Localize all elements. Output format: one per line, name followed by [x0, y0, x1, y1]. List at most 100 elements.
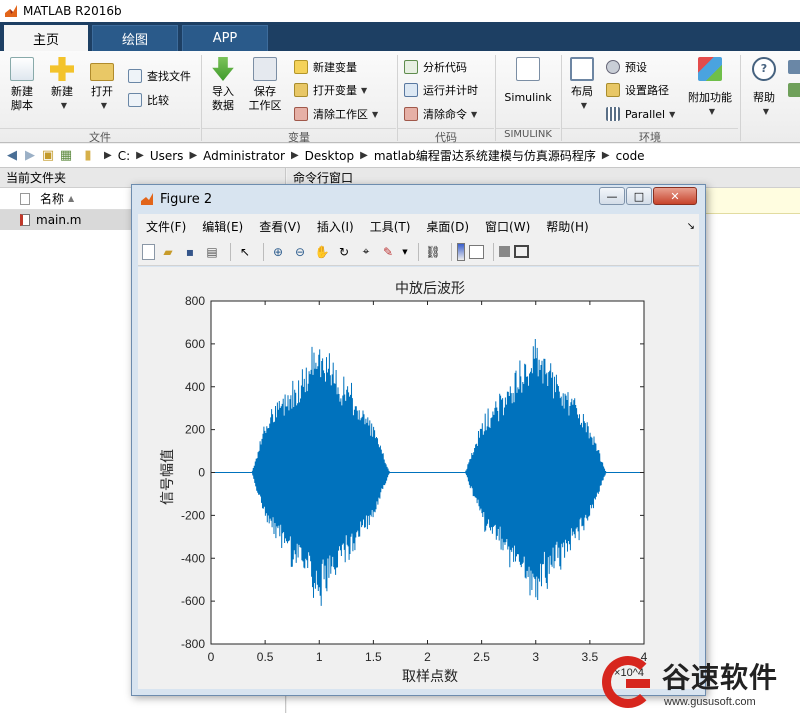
layout-button[interactable]: 布局 ▼ [566, 57, 598, 113]
menu-tools[interactable]: 工具(T) [362, 218, 419, 235]
clear-workspace-button[interactable]: 清除工作区 ▼ [294, 105, 378, 123]
y-tick-label: 600 [185, 337, 205, 351]
breadcrumb-administrator[interactable]: Administrator [203, 149, 285, 163]
zoom-in-icon[interactable]: ⊕ [269, 243, 287, 261]
toolbar-separator [493, 242, 494, 261]
print-icon[interactable]: ▤ [203, 243, 221, 261]
run-and-time-button[interactable]: 运行并计时 [404, 81, 478, 99]
addons-button[interactable]: 附加功能 ▼ [686, 57, 734, 119]
data-cursor-icon[interactable]: ⌖ [357, 243, 375, 261]
figure-title: Figure 2 [160, 191, 213, 207]
colorbar-icon[interactable] [457, 242, 465, 261]
hide-plot-tools-icon[interactable] [499, 246, 510, 257]
open-file-icon[interactable]: ▰ [159, 243, 177, 261]
watermark-url: www.gususoft.com [664, 696, 756, 708]
community-button[interactable] [788, 58, 800, 76]
back-arrow-icon[interactable]: ◀ [4, 148, 20, 163]
up-folder-icon[interactable]: ▣ [40, 148, 56, 163]
dock-arrow-icon[interactable]: ↘ [687, 221, 695, 232]
x-tick-label: 2 [424, 650, 431, 664]
help-button[interactable]: ? 帮助 ▼ [746, 57, 782, 119]
menu-desktop[interactable]: 桌面(D) [418, 218, 477, 235]
x-tick-label: 0 [208, 650, 215, 664]
menu-file[interactable]: 文件(F) [138, 218, 194, 235]
new-label: 新建 [51, 85, 73, 98]
column-name-label: 名称 [40, 192, 65, 206]
forward-arrow-icon[interactable]: ▶ [22, 148, 38, 163]
request-support-button[interactable] [788, 81, 800, 99]
menu-help[interactable]: 帮助(H) [538, 218, 596, 235]
menu-edit[interactable]: 编辑(E) [194, 218, 251, 235]
open-label: 打开 [91, 85, 113, 98]
show-plot-tools-icon[interactable] [514, 245, 529, 258]
save-workspace-button[interactable]: 保存 工作区 [246, 57, 284, 113]
menu-insert[interactable]: 插入(I) [309, 218, 362, 235]
breadcrumb-separator: ▶ [136, 150, 144, 161]
pan-icon[interactable]: ✋ [313, 243, 331, 261]
save-icon[interactable]: ▪ [181, 243, 199, 261]
find-files-button[interactable]: 查找文件 [128, 67, 191, 85]
link-icon[interactable]: ⛓ [424, 243, 442, 261]
preferences-button[interactable]: 预设 [606, 58, 647, 76]
minimize-button[interactable]: — [599, 187, 625, 205]
menu-window[interactable]: 窗口(W) [477, 218, 538, 235]
open-variable-button[interactable]: 打开变量 ▼ [294, 81, 367, 99]
clear-commands-label: 清除命令 [423, 108, 467, 121]
x-tick-label: 3 [532, 650, 539, 664]
close-button[interactable]: ✕ [653, 187, 697, 205]
ribbon-tabstrip: 主页 绘图 APP [0, 22, 800, 51]
brush-icon[interactable]: ✎ [379, 243, 397, 261]
find-files-icon [128, 69, 142, 83]
plot-body: 0 0.5 1 1.5 2 2.5 3 3.5 4-800-600-400-2000200400… [181, 294, 648, 679]
breadcrumb-drive[interactable]: C: [118, 149, 130, 163]
legend-icon[interactable] [469, 244, 484, 259]
gear-icon [606, 60, 620, 74]
rotate-icon[interactable]: ↻ [335, 243, 353, 261]
figure-window[interactable]: Figure 2 — □ ✕ 文件(F) 编辑(E) 查看(V) 插入(I) 工… [131, 184, 706, 696]
analyze-code-button[interactable]: 分析代码 [404, 58, 467, 76]
y-tick-label: -200 [181, 508, 205, 522]
brush-dropdown-icon[interactable]: ▼ [401, 243, 409, 261]
import-arrow-icon [212, 57, 234, 81]
maximize-button[interactable]: □ [626, 187, 652, 205]
breadcrumb-separator: ▶ [360, 150, 368, 161]
x-axis-label: 取样点数 [402, 669, 458, 685]
save-workspace-icon [253, 57, 277, 81]
parallel-button[interactable]: Parallel ▼ [606, 105, 675, 123]
tab-plots[interactable]: 绘图 [92, 25, 178, 51]
browse-folder-icon[interactable]: ▦ [58, 148, 74, 163]
breadcrumb-project-folder[interactable]: matlab编程雷达系统建模与仿真源码程序 [374, 147, 596, 164]
help-question-icon: ? [752, 57, 776, 81]
new-variable-button[interactable]: 新建变量 [294, 58, 357, 76]
breadcrumb-code[interactable]: code [616, 149, 645, 163]
new-script-button[interactable]: 新建 脚本 [6, 57, 38, 113]
breadcrumb-desktop[interactable]: Desktop [305, 149, 355, 163]
app-titlebar: MATLAB R2016b [0, 0, 800, 22]
zoom-out-icon[interactable]: ⊖ [291, 243, 309, 261]
simulink-button[interactable]: Simulink [502, 57, 554, 105]
clear-commands-button[interactable]: 清除命令 ▼ [404, 105, 477, 123]
simulink-label: Simulink [504, 91, 552, 104]
breadcrumb-users[interactable]: Users [150, 149, 184, 163]
y-tick-label: 800 [185, 294, 205, 308]
x-tick-label: 0.5 [257, 650, 274, 664]
tab-home[interactable]: 主页 [4, 25, 88, 51]
set-path-button[interactable]: 设置路径 [606, 81, 669, 99]
parallel-icon [606, 107, 620, 121]
new-button[interactable]: 新建 ▼ [46, 57, 78, 113]
compare-button[interactable]: 比较 [128, 91, 169, 109]
layout-label: 布局 [571, 85, 593, 98]
toolbar-separator [418, 242, 419, 261]
watermark-g-bar [626, 679, 650, 688]
open-button[interactable]: 打开 ▼ [86, 57, 118, 113]
ribbon-toolstrip: 新建 脚本 新建 ▼ 打开 ▼ 查找文件 比较 文件 导入 数据 保存 工作区 … [0, 51, 800, 144]
tab-apps[interactable]: APP [182, 25, 268, 51]
dropdown-arrow-icon: ▼ [762, 107, 770, 116]
menu-view[interactable]: 查看(V) [251, 218, 309, 235]
new-script-label: 新建 脚本 [11, 85, 33, 112]
import-data-button[interactable]: 导入 数据 [206, 57, 240, 113]
dropdown-arrow-icon: ▼ [60, 101, 68, 110]
new-figure-icon[interactable] [142, 243, 155, 260]
current-folder-address-bar[interactable]: ◀ ▶ ▣ ▦ ▮ ▶ C: ▶ Users ▶ Administrator ▶… [0, 144, 800, 168]
pointer-icon[interactable]: ↖ [236, 243, 254, 261]
